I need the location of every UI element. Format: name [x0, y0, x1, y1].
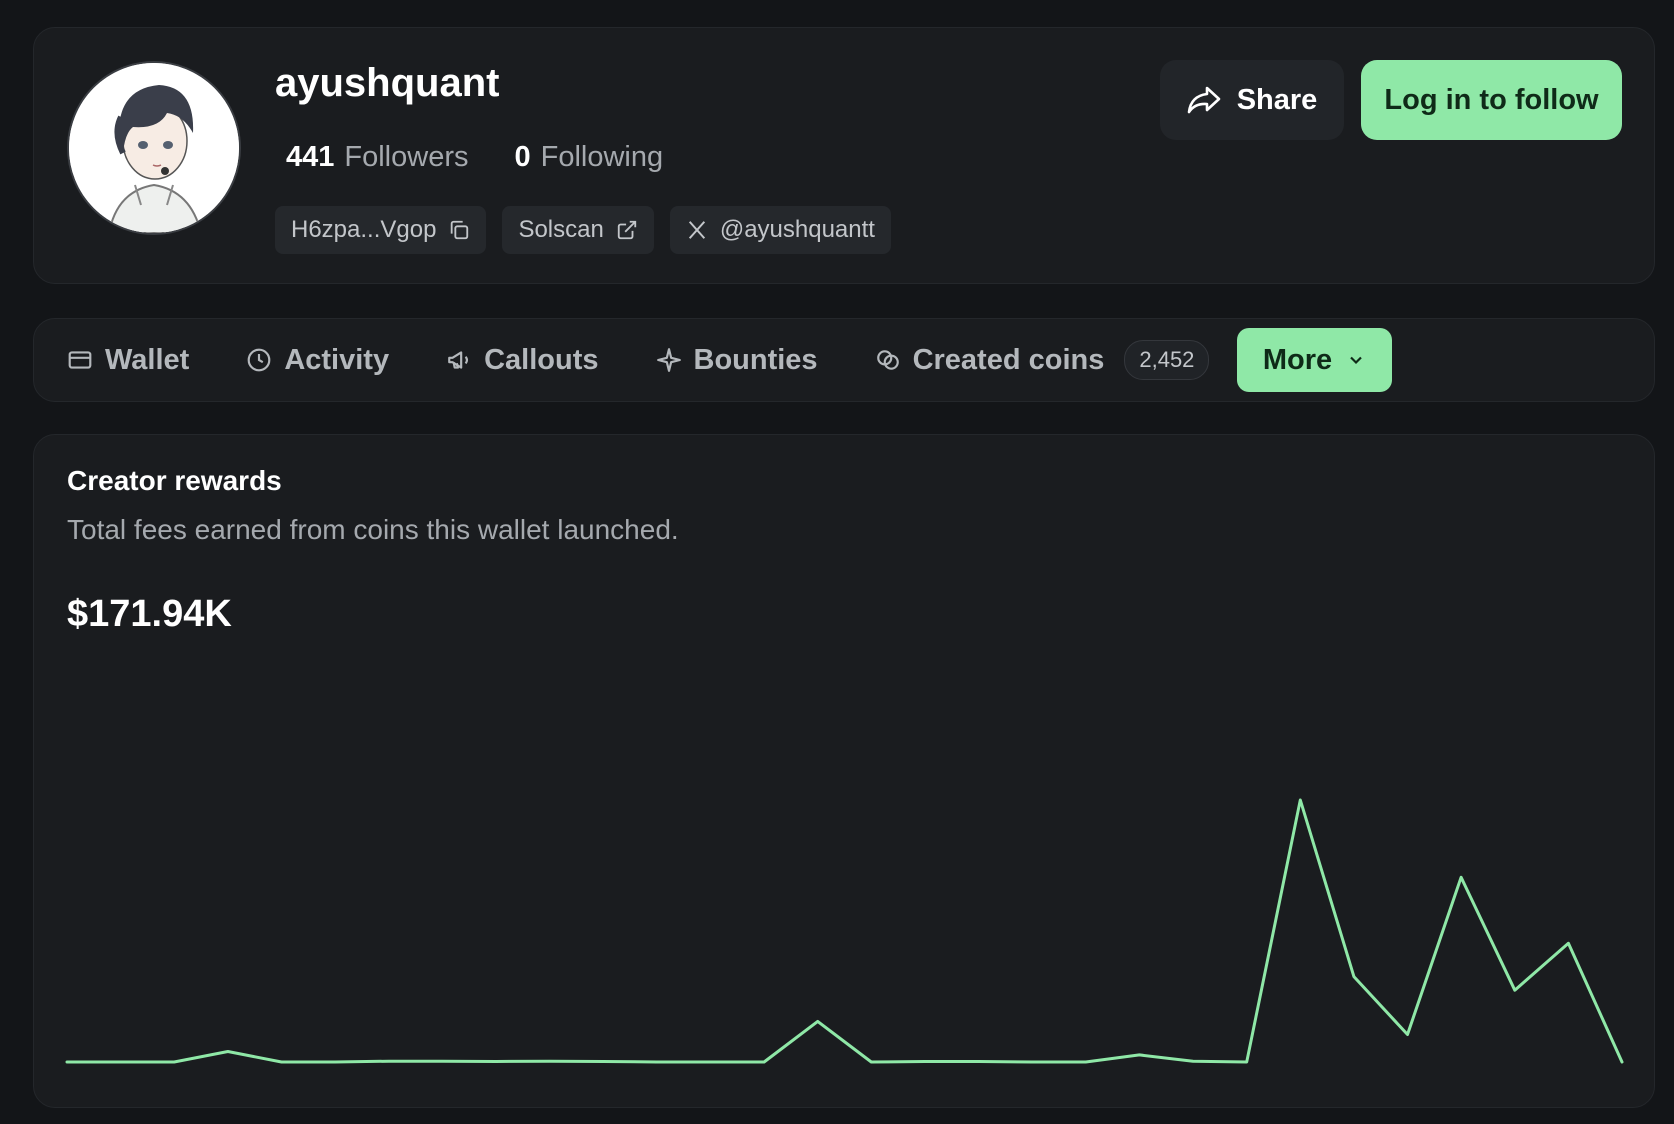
tab-bounties-label: Bounties [693, 343, 818, 376]
clock-icon [247, 348, 271, 372]
log-in-to-follow-button[interactable]: Log in to follow [1361, 60, 1622, 140]
avatar [67, 61, 241, 235]
creator-rewards-card: Creator rewards Total fees earned from c… [33, 434, 1655, 1108]
follow-stats: 441 Followers 0 Following [286, 141, 663, 174]
solscan-label: Solscan [518, 216, 604, 243]
wallet-address: H6zpa...Vgop [291, 216, 437, 243]
profile-chips: H6zpa...Vgop Solscan @ayushquantt [275, 206, 891, 254]
tab-callouts[interactable]: Callouts [446, 343, 599, 377]
tab-wallet[interactable]: Wallet [67, 344, 189, 377]
rewards-line-chart [65, 798, 1624, 1064]
tab-created-coins[interactable]: Created coins 2,452 [875, 340, 1210, 380]
created-coins-count-badge: 2,452 [1124, 340, 1210, 380]
following-stat[interactable]: 0 Following [514, 141, 663, 174]
share-icon [1187, 86, 1220, 114]
tab-activity[interactable]: Activity [246, 344, 389, 377]
tab-wallet-label: Wallet [105, 343, 190, 376]
followers-label: Followers [344, 141, 469, 173]
share-button[interactable]: Share [1160, 60, 1344, 140]
coins-icon [876, 350, 899, 370]
wallet-address-chip[interactable]: H6zpa...Vgop [275, 206, 487, 254]
profile-card: ayushquant 441 Followers 0 Following H6zpa… [33, 27, 1655, 284]
wallet-icon [68, 351, 92, 369]
tab-list: Wallet Activity Callouts Bounties Create… [67, 319, 1266, 401]
solscan-chip[interactable]: Solscan [502, 206, 654, 254]
tab-created-coins-label: Created coins [912, 343, 1105, 376]
following-count: 0 [514, 141, 531, 173]
followers-stat[interactable]: 441 Followers [286, 141, 468, 174]
profile-tabs: Wallet Activity Callouts Bounties Create… [33, 318, 1655, 402]
x-handle: @ayushquantt [719, 216, 875, 243]
tab-activity-label: Activity [284, 343, 390, 376]
sparkle-icon [656, 348, 681, 372]
following-label: Following [540, 141, 664, 173]
copy-icon [451, 220, 469, 240]
external-link-icon [617, 220, 636, 240]
megaphone-icon [448, 351, 469, 369]
tab-callouts-label: Callouts [484, 343, 599, 376]
x-logo-icon [688, 221, 705, 239]
followers-count: 441 [286, 141, 335, 173]
rewards-series-line [65, 798, 1624, 1064]
tab-bounties[interactable]: Bounties [656, 344, 818, 377]
avatar-illustration [69, 63, 239, 233]
username: ayushquant [275, 61, 500, 105]
more-label: More [1262, 343, 1333, 376]
chevron-down-icon [1350, 356, 1362, 365]
share-label: Share [1236, 83, 1318, 116]
more-dropdown-button[interactable]: More [1237, 328, 1392, 392]
x-handle-chip[interactable]: @ayushquantt [669, 206, 891, 254]
